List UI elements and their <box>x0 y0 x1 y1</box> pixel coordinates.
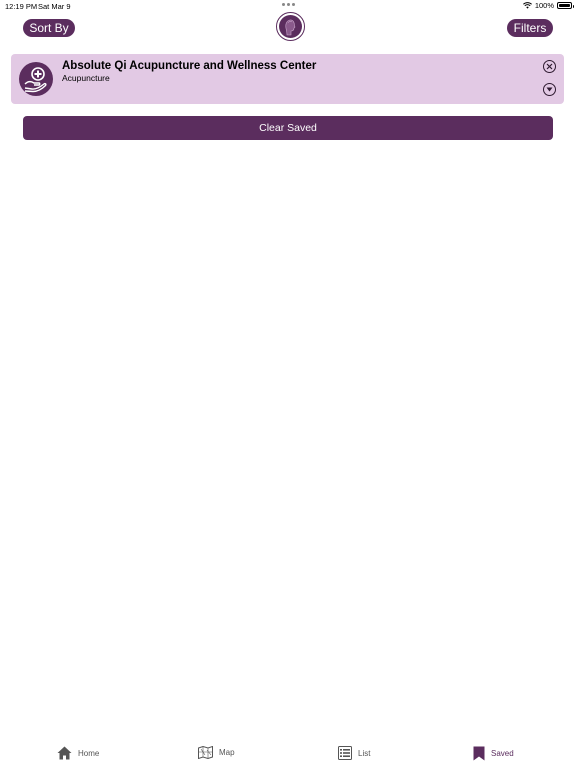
status-bar: 12:19 PM Sat Mar 9 100% <box>0 0 576 12</box>
sort-by-button[interactable]: Sort By <box>23 19 75 37</box>
remove-saved-button[interactable] <box>543 60 556 73</box>
status-date: Sat Mar 9 <box>38 2 71 11</box>
close-icon <box>546 63 553 70</box>
tab-bar: Home Map List Saved <box>0 740 576 768</box>
saved-item-category: Acupuncture <box>62 73 110 83</box>
multitasking-dots-icon[interactable] <box>282 3 295 6</box>
tab-saved[interactable]: Saved <box>473 746 514 761</box>
saved-item-card[interactable]: Absolute Qi Acupuncture and Wellness Cen… <box>11 54 564 104</box>
bookmark-icon <box>473 746 485 761</box>
tab-saved-label: Saved <box>491 749 514 758</box>
tab-home[interactable]: Home <box>57 746 99 760</box>
wifi-icon <box>522 2 532 9</box>
saved-item-title[interactable]: Absolute Qi Acupuncture and Wellness Cen… <box>62 60 316 72</box>
tab-map[interactable]: Map <box>198 746 235 759</box>
list-icon <box>338 746 352 760</box>
clear-saved-button[interactable]: Clear Saved <box>23 116 553 140</box>
battery-icon <box>557 2 574 9</box>
tab-list[interactable]: List <box>338 746 370 760</box>
battery-percent: 100% <box>534 1 554 10</box>
map-icon <box>198 746 213 759</box>
home-icon <box>57 746 72 760</box>
chevron-down-icon <box>546 87 553 92</box>
tab-list-label: List <box>358 748 371 758</box>
tab-home-label: Home <box>78 748 100 758</box>
status-time: 12:19 PM <box>5 2 38 11</box>
tab-map-label: Map <box>219 748 235 757</box>
filters-button[interactable]: Filters <box>507 19 553 37</box>
status-indicators: 100% <box>522 1 574 10</box>
medical-care-icon <box>19 62 53 96</box>
expand-details-button[interactable] <box>543 83 556 96</box>
app-logo <box>276 12 305 41</box>
